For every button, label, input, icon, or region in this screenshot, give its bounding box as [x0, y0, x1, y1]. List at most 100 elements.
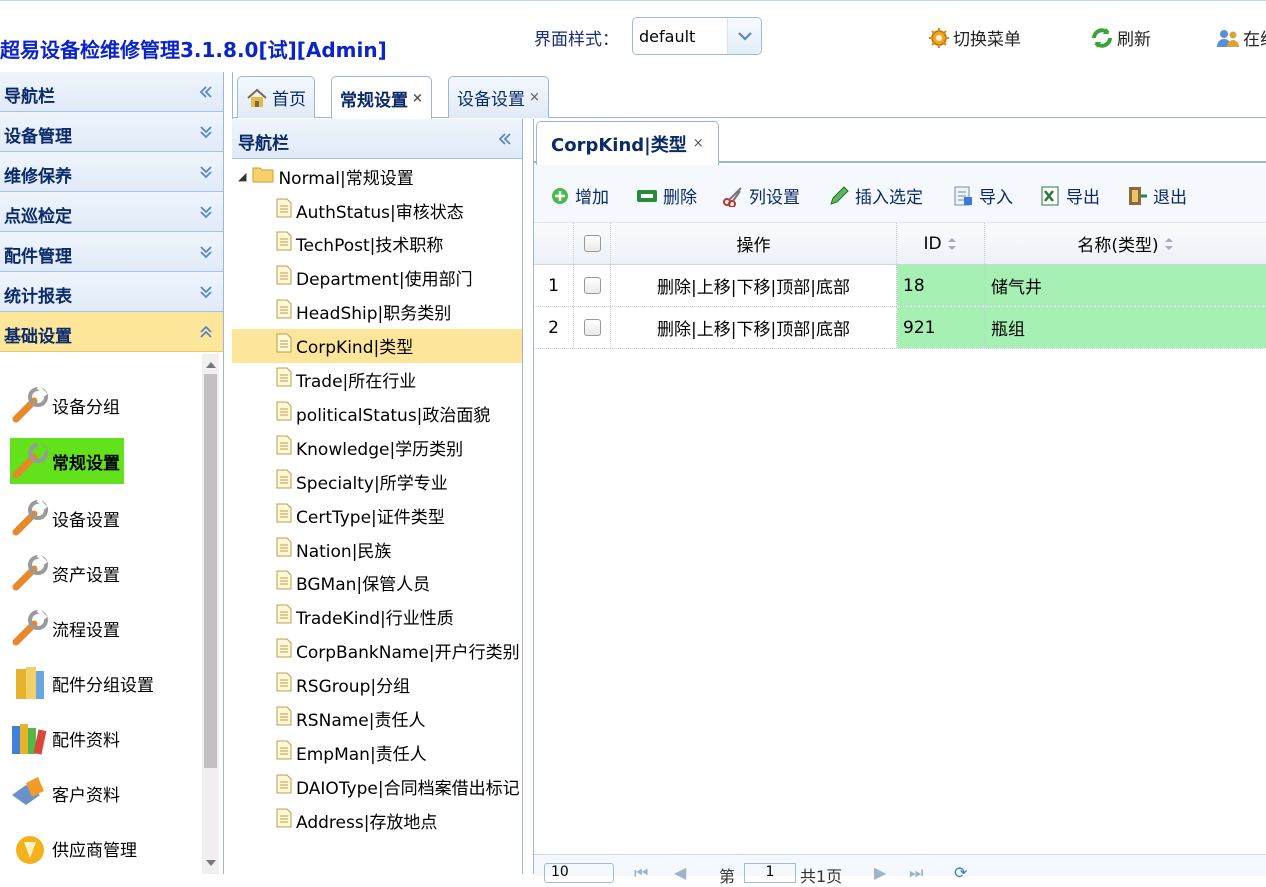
select-all-checkbox[interactable]	[583, 235, 601, 252]
col-header-name[interactable]: 名称(类型)	[985, 223, 1266, 264]
nav-section-label: 设备管理	[4, 127, 72, 147]
scroll-up-arrow-icon[interactable]	[206, 362, 216, 368]
tree-node[interactable]: HeadShip|职务类别	[276, 295, 451, 329]
delete-button[interactable]: 删除	[636, 183, 697, 208]
col-header-label: 操作	[736, 236, 771, 256]
tree-node[interactable]: Address|存放地点	[276, 803, 437, 837]
close-icon[interactable]: ×	[412, 91, 423, 106]
tree-node[interactable]: Department|使用部门	[276, 261, 473, 295]
double-chevron-down-icon	[199, 244, 213, 264]
tree-node[interactable]: Specialty|所学专业	[276, 464, 448, 498]
import-icon	[954, 186, 972, 205]
nav-section-parts[interactable]: 配件管理	[0, 232, 223, 272]
column-settings-button[interactable]: 列设置	[722, 183, 800, 208]
row-checkbox[interactable]	[583, 277, 601, 294]
refresh-button[interactable]: 刷新	[1090, 25, 1151, 50]
prev-page-icon[interactable]: ◀	[674, 863, 686, 882]
document-icon	[276, 299, 292, 324]
left-nav-scrollbar[interactable]	[202, 354, 219, 874]
nav-entry-parts-group-settings[interactable]: 配件分组设置	[10, 660, 154, 706]
nav-entry-asset-settings[interactable]: 资产设置	[10, 550, 120, 596]
tree-node[interactable]: RSName|责任人	[276, 702, 425, 736]
close-icon[interactable]: ×	[693, 136, 704, 151]
nav-entry-supplier-management[interactable]: 供应商管理	[10, 825, 137, 871]
tree-node[interactable]: TechPost|技术职称	[276, 227, 443, 261]
nav-entry-equipment-settings[interactable]: 设备设置	[10, 495, 120, 541]
exit-button[interactable]: 退出	[1126, 183, 1187, 208]
nav-entry-label: 流程设置	[52, 620, 120, 641]
page-size-select[interactable]: 10	[544, 863, 614, 883]
document-icon	[276, 638, 292, 663]
nav-entry-equipment-group[interactable]: 设备分组	[10, 382, 120, 428]
tree-node[interactable]: TradeKind|行业性质	[276, 600, 454, 634]
tree-node[interactable]: Nation|民族	[276, 532, 391, 566]
tab-general-settings[interactable]: 常规设置 ×	[331, 76, 432, 119]
tree-node[interactable]: Knowledge|学历类别	[276, 430, 463, 464]
row-actions[interactable]: 删除|上移|下移|顶部|底部	[611, 265, 897, 306]
tab-equipment-settings[interactable]: 设备设置 ×	[448, 76, 549, 118]
row-actions[interactable]: 删除|上移|下移|顶部|底部	[611, 307, 897, 348]
refresh-label: 刷新	[1117, 30, 1151, 50]
tab-home[interactable]: 首页	[237, 76, 315, 118]
nav-section-reports[interactable]: 统计报表	[0, 272, 223, 312]
nav-section-maintenance[interactable]: 维修保养	[0, 152, 223, 192]
tree-node[interactable]: Trade|所在行业	[276, 363, 416, 397]
content-panel: CorpKind|类型 × 增加 删除 列设置 插入选定 导入 导出 退出 操作…	[533, 119, 1266, 886]
tab-label: 设备设置	[457, 90, 525, 110]
nav-entry-process-settings[interactable]: 流程设置	[10, 605, 120, 651]
scrollbar-thumb[interactable]	[204, 374, 217, 768]
nav-section-basic-settings[interactable]: 基础设置	[0, 312, 223, 352]
tree-node-label: Department|使用部门	[296, 270, 473, 291]
scroll-down-arrow-icon[interactable]	[206, 860, 216, 866]
toolbar: 增加 删除 列设置 插入选定 导入 导出 退出	[534, 165, 1266, 223]
style-select[interactable]: default	[632, 17, 762, 55]
nav-entry-customer-data[interactable]: 客户资料	[10, 770, 120, 816]
nav-section-inspection[interactable]: 点巡检定	[0, 192, 223, 232]
row-checkbox[interactable]	[583, 319, 601, 336]
tree-node-label: Specialty|所学专业	[296, 473, 448, 494]
close-icon[interactable]: ×	[529, 90, 540, 105]
first-page-icon[interactable]: ⏮	[634, 863, 648, 883]
table-row[interactable]: 2 删除|上移|下移|顶部|底部 921 瓶组	[534, 307, 1266, 349]
expand-arrow-icon[interactable]: ◢	[238, 170, 246, 183]
reload-icon[interactable]: ⟳	[954, 863, 967, 882]
collapse-left-icon[interactable]	[498, 131, 512, 151]
page-input[interactable]: 1	[744, 863, 796, 883]
tree-node[interactable]: RSGroup|分组	[276, 668, 410, 702]
nav-entry-parts-data[interactable]: 配件资料	[10, 715, 120, 761]
export-button[interactable]: 导出	[1039, 183, 1100, 208]
import-button[interactable]: 导入	[952, 183, 1013, 208]
tree-node[interactable]: CorpBankName|开户行类别	[276, 634, 520, 668]
last-page-icon[interactable]: ⏭	[909, 863, 923, 883]
tree-node[interactable]: AuthStatus|审核状态	[276, 193, 464, 227]
online-label: 在线	[1243, 30, 1266, 50]
switch-menu-button[interactable]: 切换菜单	[928, 25, 1021, 50]
delete-label: 删除	[663, 188, 697, 208]
tree-node-label: Nation|民族	[296, 541, 392, 562]
tree-node[interactable]: DAIOType|合同档案借出标记	[276, 769, 520, 803]
chevron-down-icon[interactable]	[727, 18, 761, 54]
document-icon	[276, 740, 292, 765]
add-button[interactable]: 增加	[550, 183, 609, 208]
row-number: 1	[534, 265, 574, 306]
col-header-id[interactable]: ID	[897, 223, 985, 264]
nav-section-equipment[interactable]: 设备管理	[0, 112, 223, 152]
next-page-icon[interactable]: ▶	[874, 863, 886, 882]
tab-corpkind[interactable]: CorpKind|类型 ×	[536, 121, 719, 165]
tree-root-node[interactable]: ◢ Normal|常规设置	[238, 159, 414, 193]
tree-node[interactable]: EmpMan|责任人	[276, 735, 427, 769]
nav-entry-general-settings[interactable]: 常规设置	[10, 438, 124, 484]
online-users-button[interactable]: 在线	[1216, 25, 1266, 50]
insert-selected-button[interactable]: 插入选定	[828, 183, 923, 208]
tree-node[interactable]: politicalStatus|政治面貌	[276, 396, 490, 430]
tree-node[interactable]: CertType|证件类型	[276, 498, 445, 532]
app-title-text: 超易设备检维修管理3.1.8.0[试]	[0, 38, 297, 62]
collapse-left-icon[interactable]	[199, 84, 213, 104]
tree-node[interactable]: CorpKind|类型	[232, 328, 522, 363]
tree-header: 导航栏	[232, 119, 522, 159]
tree-node-label: DAIOType|合同档案借出标记	[296, 778, 520, 799]
table-row[interactable]: 1 删除|上移|下移|顶部|底部 18 储气井	[534, 265, 1266, 307]
pencil-icon	[830, 185, 849, 205]
col-header-op[interactable]: 操作	[611, 223, 897, 264]
tree-node[interactable]: BGMan|保管人员	[276, 566, 430, 600]
